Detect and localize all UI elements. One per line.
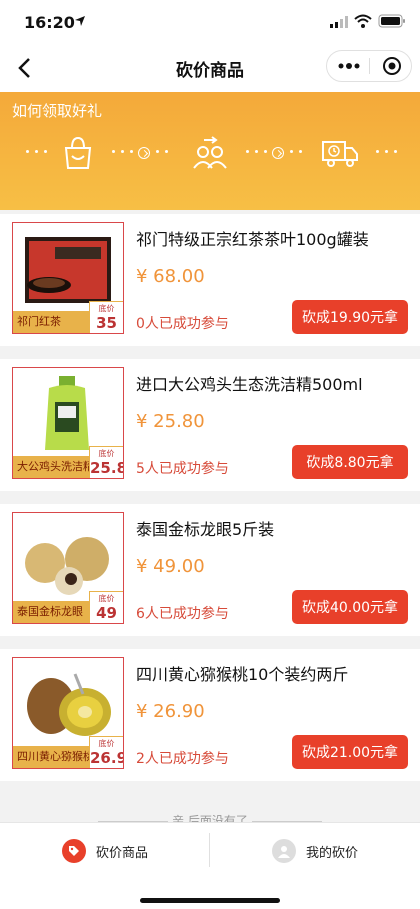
thumbnail-price-box: 底价 25.8 — [89, 446, 123, 478]
thumbnail-label: 祁门红茶 — [13, 311, 93, 333]
thumbnail-price-box: 底价 26.9 — [89, 736, 123, 768]
dots-divider — [376, 150, 397, 154]
target-close-icon — [382, 57, 401, 75]
product-price: ¥ 25.80 — [136, 411, 205, 432]
product-thumbnail: 泰国金标龙眼 底价 49 — [12, 512, 124, 624]
tab-my-bargains[interactable]: 我的砍价 — [210, 823, 420, 879]
how-to-banner: 如何领取好礼 — [0, 92, 420, 210]
tag-icon — [61, 839, 86, 863]
thumbnail-price: 49 — [96, 604, 117, 622]
user-icon — [271, 839, 296, 863]
tab-label: 砍价商品 — [95, 845, 148, 861]
thumbnail-price: 35 — [96, 314, 117, 332]
wifi-icon — [354, 14, 372, 28]
shopping-bag-icon — [64, 136, 92, 169]
product-price: ¥ 68.00 — [136, 266, 205, 287]
share-friends-icon — [193, 136, 227, 169]
product-card[interactable]: 祁门红茶 底价 35 祁门特级正宗红茶茶叶100g罐装 ¥ 68.00 0人已成… — [0, 214, 420, 346]
bargain-button[interactable]: 砍成19.90元拿 — [292, 300, 408, 334]
more-dots-icon — [338, 63, 359, 69]
product-name: 四川黄心猕猴桃10个装约两斤 — [136, 665, 349, 684]
product-thumbnail: 祁门红茶 底价 35 — [12, 222, 124, 334]
bargain-button[interactable]: 砍成40.00元拿 — [292, 590, 408, 624]
home-indicator[interactable] — [140, 898, 280, 903]
product-name: 泰国金标龙眼5斤装 — [136, 520, 275, 539]
thumbnail-price: 25.8 — [90, 459, 124, 477]
thumbnail-price-tag: 底价 — [98, 594, 115, 603]
kiwi-fruit-image — [27, 673, 111, 736]
product-price: ¥ 26.90 — [136, 701, 205, 722]
dots-divider — [156, 150, 168, 154]
thumbnail-label: 泰国金标龙眼 — [13, 601, 93, 623]
next-arrow-icon — [272, 147, 284, 159]
cellular-signal-icon — [330, 16, 348, 28]
tab-label: 我的砍价 — [305, 845, 358, 861]
thumbnail-price-tag: 底价 — [98, 449, 115, 458]
home-indicator-area — [0, 878, 420, 909]
product-card[interactable]: 泰国金标龙眼 底价 49 泰国金标龙眼5斤装 ¥ 49.00 6人已成功参与 砍… — [0, 504, 420, 636]
product-thumbnail: 大公鸡头洗洁精 底价 25.8 — [12, 367, 124, 479]
thumbnail-price: 26.9 — [90, 749, 124, 767]
thumbnail-price-box: 底价 35 — [89, 301, 123, 333]
tea-can-image — [25, 237, 111, 303]
banner-title: 如何领取好礼 — [12, 102, 103, 120]
participant-count: 6人已成功参与 — [136, 606, 229, 622]
product-price: ¥ 49.00 — [136, 556, 205, 577]
thumbnail-price-tag: 底价 — [98, 739, 115, 748]
bottom-tab-bar: 砍价商品 我的砍价 — [0, 822, 420, 878]
participant-count: 2人已成功参与 — [136, 751, 229, 767]
status-time: 16:20 — [24, 13, 75, 32]
product-card[interactable]: 大公鸡头洗洁精 底价 25.8 进口大公鸡头生态洗洁精500ml ¥ 25.80… — [0, 359, 420, 491]
more-button[interactable] — [327, 51, 370, 81]
close-miniprogram-button[interactable] — [370, 51, 413, 81]
thumbnail-label: 大公鸡头洗洁精 — [13, 456, 93, 478]
tab-bargain-products[interactable]: 砍价商品 — [0, 823, 210, 879]
delivery-truck-icon — [322, 141, 358, 167]
dots-divider — [26, 150, 47, 154]
battery-icon — [378, 14, 405, 28]
thumbnail-price-tag: 底价 — [98, 304, 115, 313]
bargain-button[interactable]: 砍成21.00元拿 — [292, 735, 408, 769]
bargain-button[interactable]: 砍成8.80元拿 — [292, 445, 408, 479]
longan-image — [25, 537, 109, 595]
thumbnail-price-box: 底价 49 — [89, 591, 123, 623]
dots-divider — [246, 150, 267, 154]
product-name: 祁门特级正宗红茶茶叶100g罐装 — [136, 230, 369, 249]
location-arrow-icon — [75, 16, 85, 26]
product-name: 进口大公鸡头生态洗洁精500ml — [136, 375, 363, 394]
detergent-bottle-image — [45, 376, 89, 450]
product-card[interactable]: 四川黄心猕猴桃 底价 26.9 四川黄心猕猴桃10个装约两斤 ¥ 26.90 2… — [0, 649, 420, 781]
dots-divider — [290, 150, 302, 154]
participant-count: 5人已成功参与 — [136, 461, 229, 477]
miniprogram-capsule — [326, 50, 412, 82]
status-bar: 16:20 — [0, 0, 420, 44]
dots-divider — [112, 150, 133, 154]
navigation-bar: 砍价商品 — [0, 44, 420, 92]
participant-count: 0人已成功参与 — [136, 316, 229, 332]
thumbnail-label: 四川黄心猕猴桃 — [13, 746, 93, 768]
product-thumbnail: 四川黄心猕猴桃 底价 26.9 — [12, 657, 124, 769]
next-arrow-icon — [138, 147, 150, 159]
